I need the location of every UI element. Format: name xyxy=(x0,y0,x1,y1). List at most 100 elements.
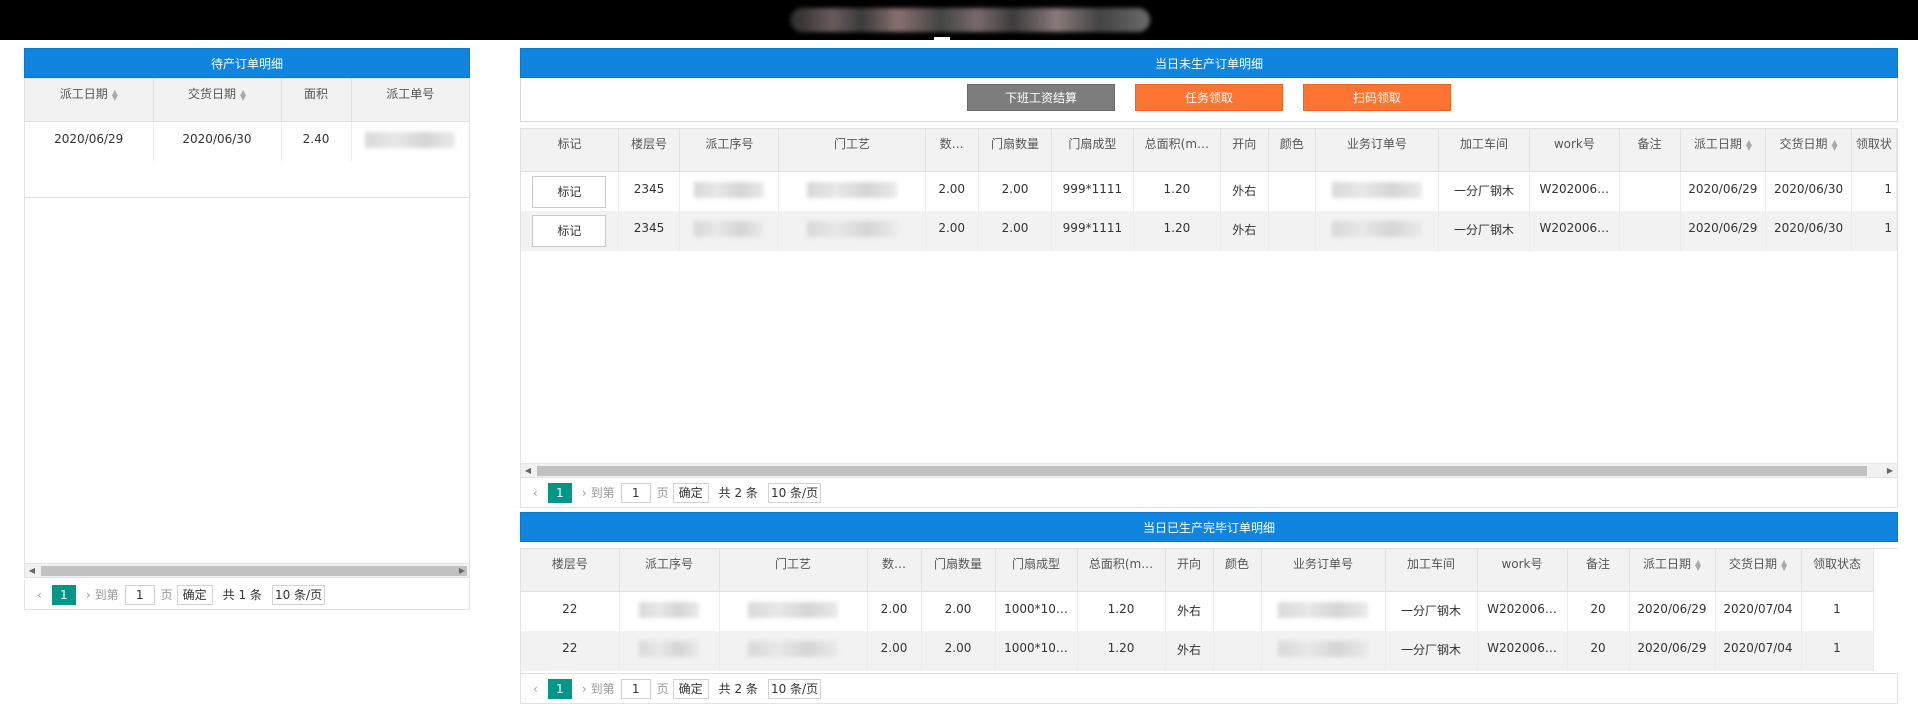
produced-table: 楼层号 派工序号 门工艺 数… 门扇数量 门扇成型 总面积(m… 开向 颜色 业… xyxy=(521,549,1874,671)
goto-label: 到第 xyxy=(590,682,615,696)
col-delivery-date[interactable]: 交货日期 ▲ ▼ xyxy=(153,79,282,122)
scroll-right-icon[interactable]: ▶ xyxy=(1883,464,1897,477)
col-color: 颜色 xyxy=(1268,129,1316,172)
cell-leaf-shape: 1000*10… xyxy=(995,591,1078,631)
salary-settle-button[interactable]: 下班工资结算 xyxy=(967,84,1115,111)
cell-total-area: 1.20 xyxy=(1077,591,1166,631)
next-page-icon[interactable]: › xyxy=(582,682,587,696)
col-work-no: work号 xyxy=(1529,129,1620,172)
cell-door-craft xyxy=(719,631,868,671)
cell-leaf-shape: 999*1111 xyxy=(1051,171,1134,211)
page-unit: 页 xyxy=(656,486,669,500)
sort-icon[interactable]: ▲ ▼ xyxy=(1832,138,1838,151)
col-door-craft: 门工艺 xyxy=(778,129,926,172)
prev-page-icon[interactable]: ‹ xyxy=(37,588,42,602)
cell-work-no: W202006… xyxy=(1477,631,1568,671)
table-row[interactable]: 标记 2345 2.00 2.00 999*1111 1.20 外右 一分厂钢木… xyxy=(521,171,1897,211)
col-dispatch-date[interactable]: 派工日期 ▲ ▼ xyxy=(1680,129,1767,172)
scrollbar-thumb[interactable] xyxy=(537,466,1867,476)
col-claim-status: 领取状 xyxy=(1851,129,1897,172)
cell-leaf-qty: 2.00 xyxy=(921,591,996,631)
col-workshop: 加工车间 xyxy=(1385,549,1478,592)
cell-door-craft xyxy=(778,171,926,211)
col-dispatch-date[interactable]: 派工日期 ▲ ▼ xyxy=(25,79,154,122)
cell-door-craft xyxy=(719,591,868,631)
col-dispatch-date[interactable]: 派工日期 ▲ ▼ xyxy=(1629,549,1716,592)
confirm-button[interactable]: 确定 xyxy=(176,584,213,605)
cell-dispatch-date: 2020/06/29 xyxy=(1629,631,1716,671)
mark-button[interactable]: 标记 xyxy=(532,215,607,247)
current-page[interactable]: 1 xyxy=(547,678,572,699)
scroll-left-icon[interactable]: ◀ xyxy=(25,564,39,577)
col-delivery-date[interactable]: 交货日期 ▲ ▼ xyxy=(1715,549,1802,592)
cell-area: 2.40 xyxy=(281,121,352,161)
total-count: 共 1 条 xyxy=(222,588,262,602)
table-row[interactable]: 22 2.00 2.00 1000*10… 1.20 外右 一分厂钢木 W202… xyxy=(521,631,1874,671)
sort-icon[interactable]: ▲ ▼ xyxy=(1695,558,1701,571)
table-row[interactable]: 22 2.00 2.00 1000*10… 1.20 外右 一分厂钢木 W202… xyxy=(521,591,1874,631)
col-mark: 标记 xyxy=(521,129,619,172)
horizontal-scrollbar[interactable]: ◀ ▶ xyxy=(521,463,1897,477)
cell-dispatch-seq xyxy=(679,211,780,251)
prev-page-icon[interactable]: ‹ xyxy=(533,486,538,500)
current-page[interactable]: 1 xyxy=(51,584,76,605)
cell-order-no xyxy=(1261,631,1386,671)
next-page-icon[interactable]: › xyxy=(582,486,587,500)
cell-floor: 22 xyxy=(521,631,620,671)
cell-direction: 外右 xyxy=(1165,631,1214,671)
page-input[interactable]: 1 xyxy=(124,584,155,605)
confirm-button[interactable]: 确定 xyxy=(672,482,709,503)
horizontal-scrollbar[interactable]: ◀ ▶ xyxy=(25,563,469,577)
page-unit: 页 xyxy=(656,682,669,696)
cell-leaf-qty: 2.00 xyxy=(921,631,996,671)
unproduced-orders-panel: 当日未生产订单明细 下班工资结算 任务领取 扫码领取 标记 楼层号 派工序号 门… xyxy=(520,48,1898,508)
col-claim-status: 领取状态 xyxy=(1801,549,1874,592)
unproduced-toolbar: 下班工资结算 任务领取 扫码领取 xyxy=(520,78,1898,122)
cell-remark xyxy=(1619,211,1681,251)
blurred-title xyxy=(790,8,1150,32)
current-page[interactable]: 1 xyxy=(547,482,572,503)
mark-button[interactable]: 标记 xyxy=(532,175,607,208)
sort-icon[interactable]: ▲ ▼ xyxy=(112,88,118,101)
table-row[interactable]: 2020/06/29 2020/06/30 2.40 xyxy=(25,121,469,161)
cell-dispatch-no xyxy=(351,121,469,161)
produced-orders-panel: 当日已生产完毕订单明细 楼层号 派工序号 门工艺 数… 门扇数量 门扇成型 总面… xyxy=(520,512,1898,704)
col-order-no: 业务订单号 xyxy=(1261,549,1386,592)
col-floor: 楼层号 xyxy=(521,549,620,592)
task-claim-button[interactable]: 任务领取 xyxy=(1135,84,1283,111)
col-direction: 开向 xyxy=(1165,549,1214,592)
scroll-right-icon[interactable]: ▶ xyxy=(455,564,469,577)
cell-qty: 2.00 xyxy=(925,211,979,251)
scrollbar-thumb[interactable] xyxy=(41,566,467,576)
col-delivery-date[interactable]: 交货日期 ▲ ▼ xyxy=(1765,129,1852,172)
cell-qty: 2.00 xyxy=(867,631,922,671)
cell-order-no xyxy=(1261,591,1386,631)
sort-icon[interactable]: ▲ ▼ xyxy=(1781,558,1787,571)
cell-work-no: W202006… xyxy=(1529,211,1620,251)
cell-delivery-date: 2020/06/30 xyxy=(153,121,282,161)
scroll-left-icon[interactable]: ◀ xyxy=(521,464,535,477)
cell-workshop: 一分厂钢木 xyxy=(1385,591,1478,631)
scan-claim-button[interactable]: 扫码领取 xyxy=(1303,84,1451,111)
page-input[interactable]: 1 xyxy=(620,482,651,503)
col-leaf-shape: 门扇成型 xyxy=(995,549,1078,592)
col-qty: 数… xyxy=(925,129,979,172)
confirm-button[interactable]: 确定 xyxy=(672,678,709,699)
per-page-select[interactable]: 10 条/页 xyxy=(271,584,326,605)
table-row[interactable]: 标记 2345 2.00 2.00 999*1111 1.20 外右 一分厂钢木… xyxy=(521,211,1897,251)
cell-floor: 2345 xyxy=(618,171,681,211)
cell-leaf-shape: 1000*10… xyxy=(995,631,1078,671)
col-leaf-qty: 门扇数量 xyxy=(921,549,996,592)
cell-claim-status: 1 xyxy=(1851,171,1897,211)
page-input[interactable]: 1 xyxy=(620,678,651,699)
per-page-select[interactable]: 10 条/页 xyxy=(767,482,822,503)
sort-icon[interactable]: ▲ ▼ xyxy=(240,88,246,101)
col-direction: 开向 xyxy=(1220,129,1269,172)
cell-dispatch-date: 2020/06/29 xyxy=(1680,211,1767,251)
col-color: 颜色 xyxy=(1213,549,1262,592)
prev-page-icon[interactable]: ‹ xyxy=(533,682,538,696)
sort-icon[interactable]: ▲ ▼ xyxy=(1746,138,1752,151)
next-page-icon[interactable]: › xyxy=(86,588,91,602)
pending-orders-grid: 派工日期 ▲ ▼ 交货日期 ▲ ▼ 面积 派工单号 2020/06/29 2020/06… xyxy=(24,78,470,578)
per-page-select[interactable]: 10 条/页 xyxy=(767,678,822,699)
